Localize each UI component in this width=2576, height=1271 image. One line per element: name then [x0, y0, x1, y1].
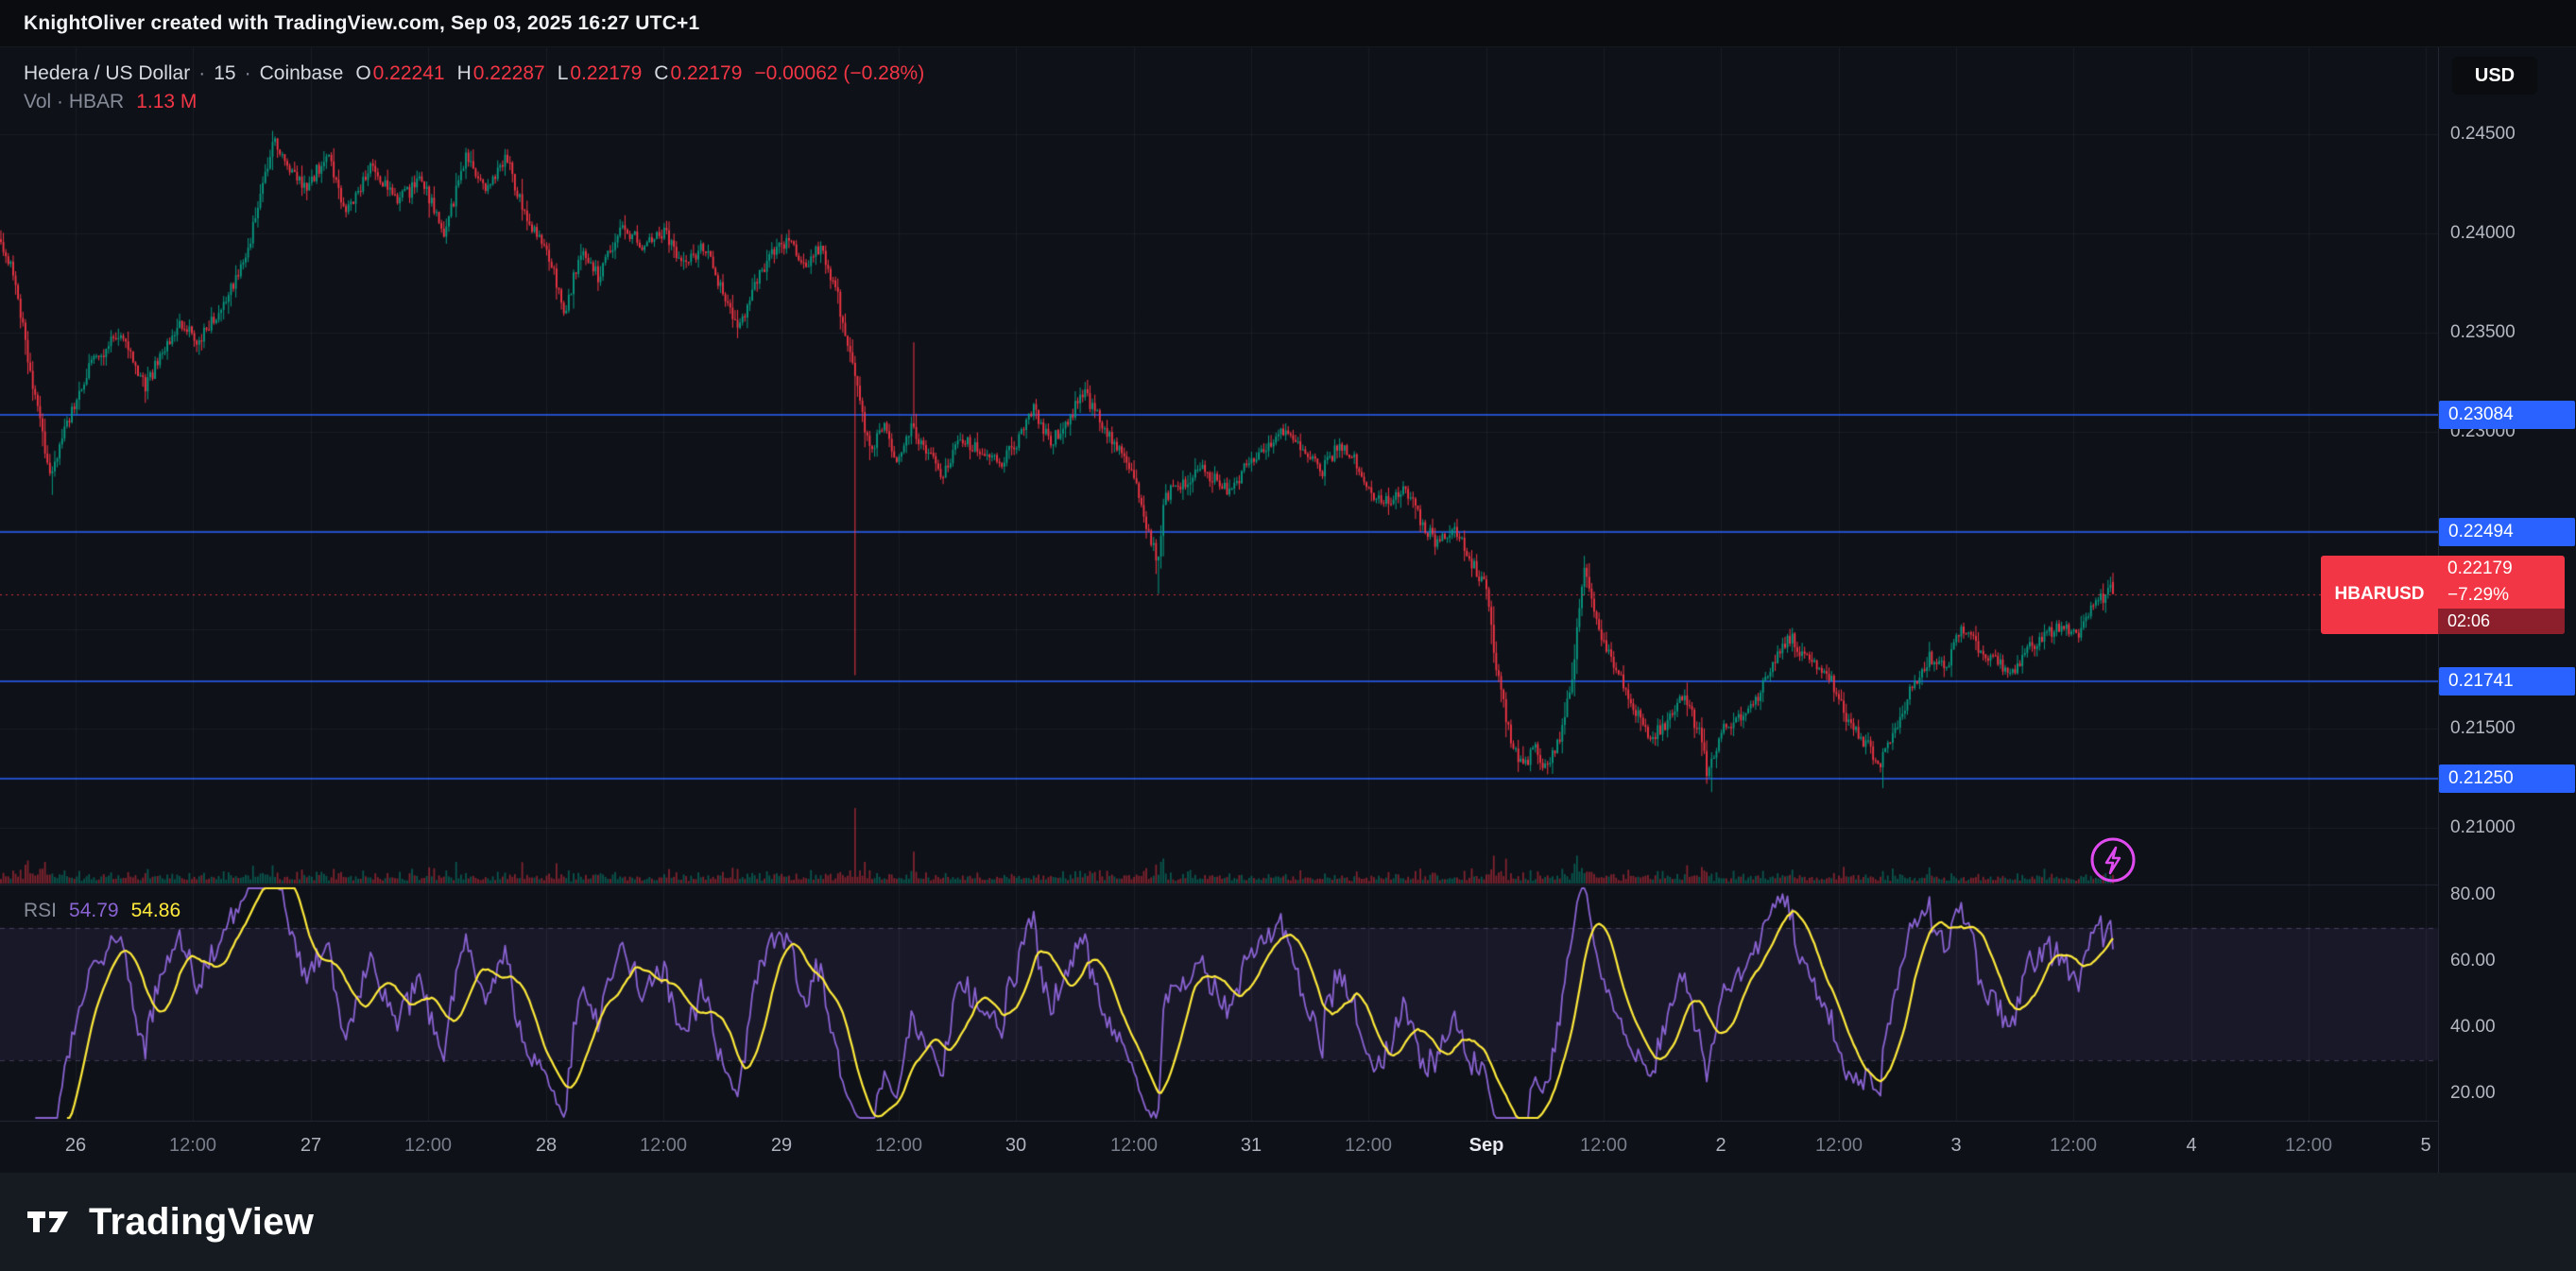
rsi-axis-label-20.00: 20.00	[2450, 1083, 2496, 1104]
time-tick-29: 29	[771, 1135, 792, 1157]
plot-area: Hedera / US Dollar · 15 · Coinbase O0.22…	[0, 47, 2438, 1173]
last-price-change: −7.29%	[2438, 582, 2565, 609]
level-price-label-0.21250: 0.21250	[2439, 764, 2575, 793]
usd-button[interactable]: USD	[2452, 57, 2537, 94]
ohlc-close-label: C	[654, 62, 668, 84]
price-axis-label-0.23500: 0.23500	[2450, 322, 2516, 343]
time-tick-2: 2	[1715, 1135, 1726, 1157]
ohlc-high-label: H	[457, 62, 472, 84]
legend-separator: ·	[245, 60, 251, 88]
chart-canvas[interactable]	[0, 47, 2438, 1122]
tradingview-snapshot: { "attribution": {"text": "KnightOliver …	[0, 0, 2576, 1270]
ohlc-low: L0.22179	[558, 60, 643, 88]
volume-legend-row: Vol · HBAR 1.13 M	[24, 88, 924, 116]
symbol-title[interactable]: Hedera / US Dollar	[24, 60, 190, 88]
chart-area: Hedera / US Dollar · 15 · Coinbase O0.22…	[0, 47, 2576, 1173]
time-tick-Sep: Sep	[1469, 1135, 1504, 1157]
symbol-legend-row: Hedera / US Dollar · 15 · Coinbase O0.22…	[24, 60, 924, 88]
time-tick-27: 27	[301, 1135, 321, 1157]
ohlc-low-value: 0.22179	[570, 62, 642, 84]
price-axis-label-0.24000: 0.24000	[2450, 223, 2516, 244]
price-axis-label-0.24500: 0.24500	[2450, 124, 2516, 145]
rsi-label[interactable]: RSI	[24, 897, 57, 925]
volume-label[interactable]: Vol · HBAR	[24, 88, 124, 116]
level-price-label-0.23084: 0.23084	[2439, 401, 2575, 429]
change-value: −0.00062 (−0.28%)	[754, 60, 924, 88]
time-tick-12:00: 12:00	[404, 1135, 452, 1157]
time-tick-26: 26	[65, 1135, 86, 1157]
time-tick-12:00: 12:00	[1345, 1135, 1392, 1157]
lightning-icon	[2088, 835, 2138, 885]
last-price-value: 0.22179	[2438, 556, 2565, 582]
time-axis[interactable]: 26 12:00 27 12:00 28 12:00 29 12:00 30 12:00 31 12:…	[0, 1122, 2438, 1173]
rsi-axis-label-60.00: 60.00	[2450, 951, 2496, 971]
last-price-label: HBARUSD 0.22179 −7.29% 02:06	[2321, 556, 2565, 634]
time-tick-3: 3	[1950, 1135, 1961, 1157]
lightning-button[interactable]	[2088, 835, 2138, 885]
time-tick-12:00: 12:00	[2050, 1135, 2097, 1157]
volume-value: 1.13 M	[136, 88, 197, 116]
interval-value[interactable]: 15	[214, 60, 235, 88]
time-tick-28: 28	[536, 1135, 557, 1157]
time-tick-12:00: 12:00	[640, 1135, 687, 1157]
time-tick-4: 4	[2186, 1135, 2196, 1157]
ohlc-open-value: 0.22241	[373, 62, 445, 84]
ohlc-high: H0.22287	[457, 60, 545, 88]
ohlc-open: O0.22241	[355, 60, 444, 88]
rsi-value-signal: 54.86	[131, 897, 181, 925]
price-axis-label-0.21500: 0.21500	[2450, 718, 2516, 739]
attribution-bar: KnightOliver created with TradingView.co…	[0, 0, 2576, 47]
footer: TradingView	[0, 1173, 2576, 1271]
time-tick-12:00: 12:00	[1580, 1135, 1627, 1157]
ohlc-close-value: 0.22179	[670, 62, 742, 84]
level-price-label-0.21741: 0.21741	[2439, 667, 2575, 696]
ohlc-open-label: O	[355, 62, 370, 84]
ohlc-close: C0.22179	[654, 60, 742, 88]
time-tick-12:00: 12:00	[1815, 1135, 1863, 1157]
exchange-name[interactable]: Coinbase	[260, 60, 344, 88]
time-tick-12:00: 12:00	[1110, 1135, 1158, 1157]
time-tick-5: 5	[2420, 1135, 2430, 1157]
last-price-column: 0.22179 −7.29% 02:06	[2438, 556, 2565, 634]
attribution-text: KnightOliver created with TradingView.co…	[24, 12, 699, 35]
time-tick-30: 30	[1005, 1135, 1026, 1157]
last-price-countdown: 02:06	[2438, 609, 2565, 634]
time-tick-12:00: 12:00	[875, 1135, 922, 1157]
ohlc-high-value: 0.22287	[473, 62, 545, 84]
ohlc-low-label: L	[558, 62, 569, 84]
last-price-symbol: HBARUSD	[2321, 556, 2438, 634]
time-tick-12:00: 12:00	[2285, 1135, 2332, 1157]
time-tick-12:00: 12:00	[169, 1135, 216, 1157]
rsi-legend: RSI 54.79 54.86	[24, 897, 180, 925]
tradingview-logo-icon[interactable]	[26, 1208, 76, 1236]
rsi-value-main: 54.79	[69, 897, 119, 925]
tradingview-brand-text[interactable]: TradingView	[89, 1201, 314, 1244]
rsi-axis-label-80.00: 80.00	[2450, 885, 2496, 905]
legend-separator: ·	[198, 60, 205, 88]
time-tick-31: 31	[1241, 1135, 1262, 1157]
level-price-label-0.22494: 0.22494	[2439, 518, 2575, 546]
price-axis-label-0.21000: 0.21000	[2450, 817, 2516, 838]
rsi-axis-label-40.00: 40.00	[2450, 1017, 2496, 1038]
symbol-legend: Hedera / US Dollar · 15 · Coinbase O0.22…	[24, 60, 924, 116]
